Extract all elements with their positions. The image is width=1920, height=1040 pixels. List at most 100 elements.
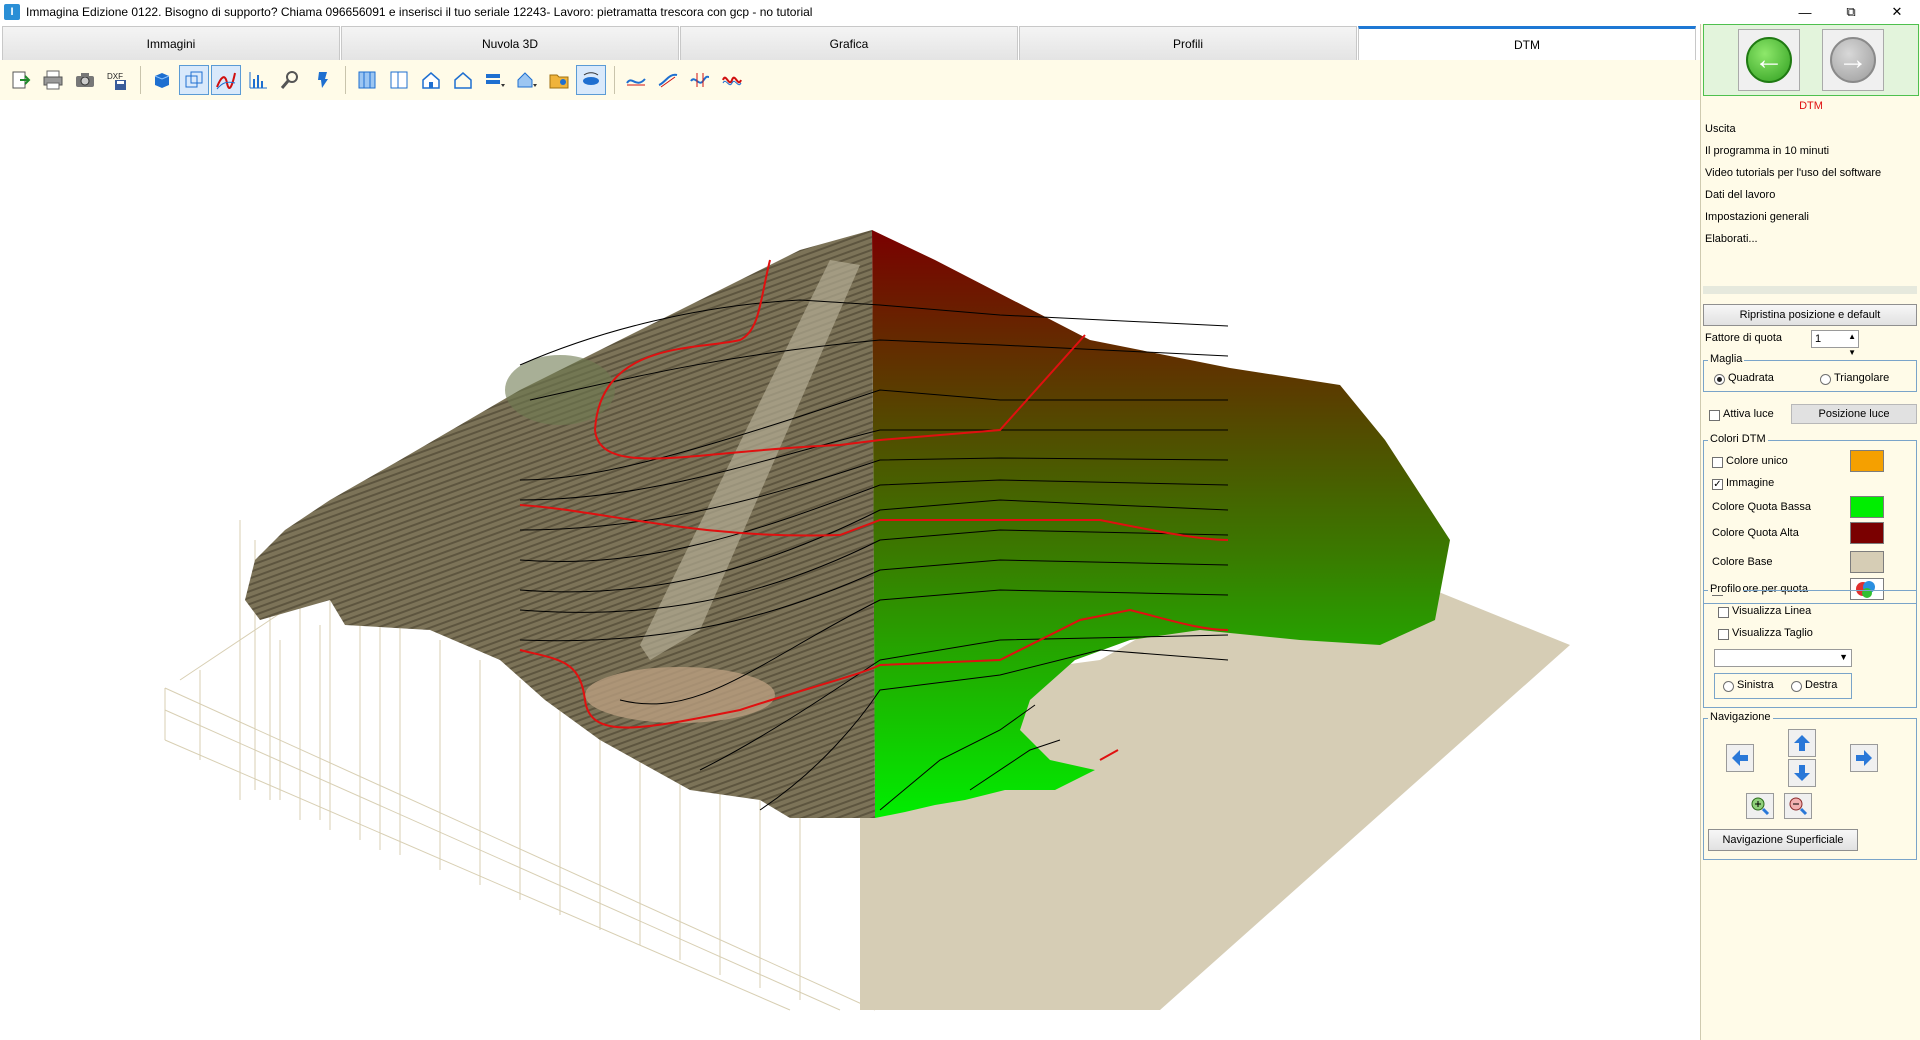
single-color-swatch[interactable] (1850, 450, 1884, 472)
side-selector: Sinistra Destra (1714, 673, 1852, 699)
arrow-up-icon[interactable] (1788, 729, 1816, 757)
print-icon[interactable] (38, 65, 68, 95)
low-color-swatch[interactable] (1850, 496, 1884, 518)
menu-item-video[interactable]: Video tutorials per l'uso del software (1703, 162, 1917, 184)
menu-item-impostazioni[interactable]: Impostazioni generali (1703, 206, 1917, 228)
folder-icon[interactable] (544, 65, 574, 95)
light-position-button[interactable]: Posizione luce (1791, 404, 1917, 424)
arrow-down-icon[interactable] (1788, 759, 1816, 787)
mesh-group: Maglia Quadrata Triangolare (1703, 353, 1917, 392)
show-line-checkbox[interactable] (1718, 607, 1729, 618)
dtm-render (164, 230, 1570, 1011)
title-bar: I Immagina Edizione 0122. Bisogno di sup… (0, 0, 1920, 24)
camera-icon[interactable] (70, 65, 100, 95)
back-arrow-icon: ← (1746, 37, 1792, 83)
rotate-view-icon[interactable] (576, 65, 606, 95)
magnifier-icon[interactable] (275, 65, 305, 95)
back-button[interactable]: ← (1738, 29, 1800, 91)
right-panel: ← → DTM Uscita Il programma in 10 minuti… (1700, 24, 1920, 1040)
arrow-left-icon[interactable] (1726, 744, 1754, 772)
image-checkbox[interactable]: ✓ (1712, 479, 1723, 490)
toolbar-separator (345, 66, 346, 94)
show-cut-checkbox[interactable] (1718, 629, 1729, 640)
high-color-label: Colore Quota Alta (1712, 527, 1799, 539)
tab-dtm[interactable]: DTM (1358, 26, 1696, 60)
svg-text:DXF: DXF (107, 72, 123, 81)
image-label: Immagine (1726, 477, 1775, 489)
height-factor-value: 1 (1815, 333, 1822, 345)
dxf-save-icon[interactable]: DXF (102, 65, 132, 95)
surface-navigation-button[interactable]: Navigazione Superficiale (1708, 829, 1858, 851)
profile-legend: Profilo (1708, 583, 1744, 595)
menu-item-uscita[interactable]: Uscita (1703, 118, 1917, 140)
toolbar: DXF (0, 60, 1700, 100)
dtm-3d-viewport[interactable] (0, 100, 1700, 1040)
show-line-label: Visualizza Linea (1732, 605, 1812, 617)
tab-nuvola-3d[interactable]: Nuvola 3D (341, 26, 679, 60)
single-color-checkbox[interactable] (1712, 457, 1723, 468)
tab-label: Nuvola 3D (481, 36, 539, 51)
import-icon[interactable] (6, 65, 36, 95)
left-radio[interactable] (1723, 681, 1734, 692)
minimize-icon[interactable]: — (1782, 0, 1828, 24)
curve-2-icon[interactable] (653, 65, 683, 95)
mesh-legend: Maglia (1708, 353, 1745, 365)
arrow-right-icon[interactable] (1850, 744, 1878, 772)
mesh-triangolare-label: Triangolare (1834, 372, 1890, 384)
light-label: Attiva luce (1723, 408, 1774, 420)
tab-label: Immagini (146, 36, 196, 51)
mesh-triangolare-radio[interactable] (1820, 374, 1831, 385)
solid-cube-icon[interactable] (147, 65, 177, 95)
split-view-icon[interactable] (352, 65, 382, 95)
reset-defaults-button[interactable]: Ripristina posizione e default (1703, 304, 1917, 326)
forward-arrow-icon: → (1830, 37, 1876, 83)
low-color-label: Colore Quota Bassa (1712, 501, 1812, 513)
house-outline-icon[interactable] (448, 65, 478, 95)
wire-cube-icon[interactable] (179, 65, 209, 95)
mesh-quadrata-label: Quadrata (1728, 372, 1774, 384)
mesh-quadrata-radio[interactable] (1714, 374, 1725, 385)
profile-group: Profilo Visualizza Linea Visualizza Tagl… (1703, 583, 1917, 708)
curve-3-icon[interactable] (685, 65, 715, 95)
panel-view-icon[interactable] (384, 65, 414, 95)
toolbar-separator (140, 66, 141, 94)
navigation-legend: Navigazione (1708, 711, 1773, 723)
zoom-out-icon[interactable] (1784, 793, 1812, 819)
histogram-icon[interactable] (243, 65, 273, 95)
navigation-group: Navigazione Navigazione Superficiale (1703, 711, 1917, 860)
curve-4-icon[interactable] (717, 65, 747, 95)
menu-scrollbar[interactable] (1703, 286, 1917, 294)
chevron-down-icon: ▼ (1839, 652, 1848, 662)
profile-combo[interactable]: ▼ (1714, 649, 1852, 667)
menu-item-programma[interactable]: Il programma in 10 minuti (1703, 140, 1917, 162)
menu-item-elaborati[interactable]: Elaborati... (1703, 228, 1917, 250)
base-color-swatch[interactable] (1850, 551, 1884, 573)
zoom-in-icon[interactable] (1746, 793, 1774, 819)
layer-dropdown-icon[interactable] (480, 65, 510, 95)
menu-item-dati[interactable]: Dati del lavoro (1703, 184, 1917, 206)
tab-grafica[interactable]: Grafica (680, 26, 1018, 60)
light-checkbox[interactable] (1709, 410, 1720, 421)
curve-1-icon[interactable] (621, 65, 651, 95)
restore-icon[interactable]: ⧉ (1828, 0, 1874, 24)
tab-immagini[interactable]: Immagini (2, 26, 340, 60)
spinner-arrows-icon: ▲ ▼ (1848, 332, 1856, 357)
pin-icon[interactable] (307, 65, 337, 95)
right-label: Destra (1805, 679, 1838, 691)
house-icon[interactable] (416, 65, 446, 95)
contour-lines-icon[interactable] (211, 65, 241, 95)
show-cut-label: Visualizza Taglio (1732, 627, 1813, 639)
tab-profili[interactable]: Profili (1019, 26, 1357, 60)
home-dropdown-icon[interactable] (512, 65, 542, 95)
main-tabs: Immagini Nuvola 3D Grafica Profili DTM (0, 24, 1700, 60)
window-title: Immagina Edizione 0122. Bisogno di suppo… (26, 5, 813, 19)
forward-button[interactable]: → (1822, 29, 1884, 91)
app-icon: I (4, 4, 20, 20)
high-color-swatch[interactable] (1850, 522, 1884, 544)
close-icon[interactable]: ✕ (1874, 0, 1920, 24)
tab-label: Profili (1172, 36, 1203, 51)
height-factor-spinner[interactable]: 1 ▲ ▼ (1811, 330, 1859, 357)
tab-label: DTM (1514, 37, 1540, 52)
dtm-colors-group: Colori DTM Colore unico ✓ Immagine Color… (1703, 433, 1917, 604)
right-radio[interactable] (1791, 681, 1802, 692)
